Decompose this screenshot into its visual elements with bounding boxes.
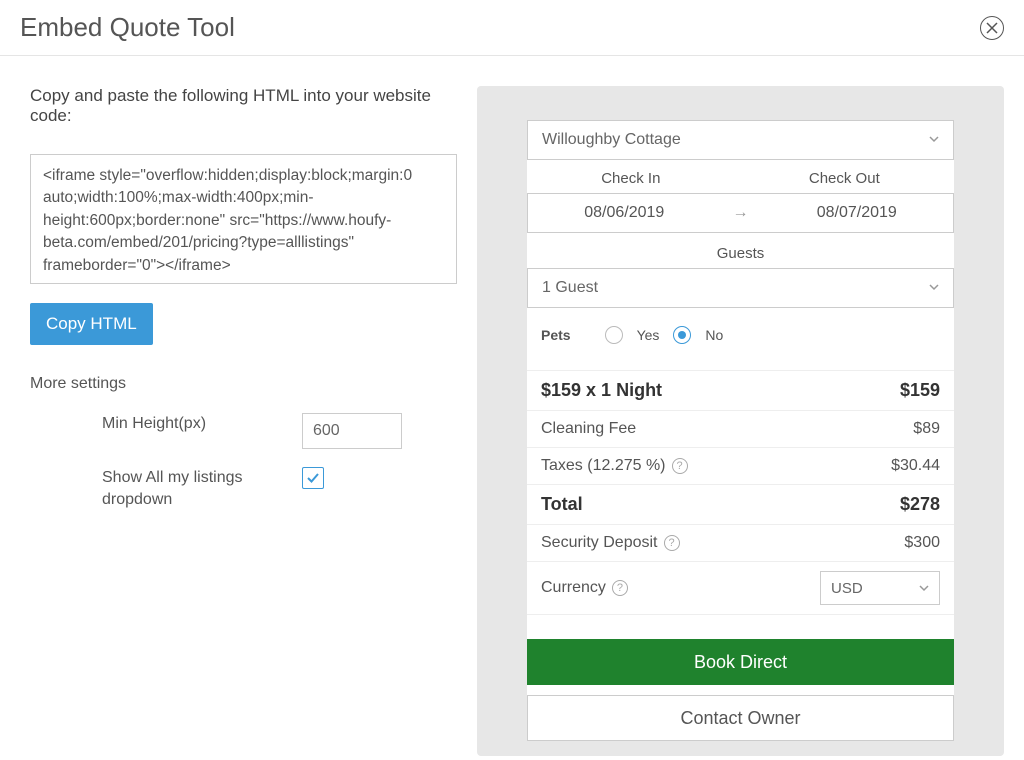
checkout-input[interactable]: 08/07/2019 bbox=[761, 204, 954, 222]
checkin-label: Check In bbox=[601, 170, 660, 187]
price-row: $159 x 1 Night $159 bbox=[527, 370, 954, 411]
price-label: $159 x 1 Night bbox=[541, 380, 662, 401]
price-label: Taxes (12.275 %) bbox=[541, 457, 666, 475]
currency-dropdown[interactable]: USD bbox=[820, 571, 940, 605]
price-value: $89 bbox=[913, 420, 940, 438]
guests-dropdown[interactable]: 1 Guest bbox=[527, 268, 954, 308]
price-value: $278 bbox=[900, 494, 940, 515]
copy-html-button[interactable]: Copy HTML bbox=[30, 303, 153, 345]
instruction-text: Copy and paste the following HTML into y… bbox=[30, 86, 457, 126]
min-height-row: Min Height(px) bbox=[30, 413, 457, 449]
show-all-row: Show All my listings dropdown bbox=[30, 467, 457, 512]
chevron-down-icon bbox=[919, 580, 929, 597]
help-icon[interactable]: ? bbox=[612, 580, 628, 596]
contact-owner-button[interactable]: Contact Owner bbox=[527, 695, 954, 741]
guests-value: 1 Guest bbox=[542, 279, 598, 297]
chevron-down-icon bbox=[929, 131, 939, 149]
pets-row: Pets Yes No bbox=[527, 314, 954, 352]
left-panel: Copy and paste the following HTML into y… bbox=[30, 86, 457, 756]
price-row: Security Deposit? $300 bbox=[527, 525, 954, 562]
min-height-input[interactable] bbox=[302, 413, 402, 449]
show-all-checkbox[interactable] bbox=[302, 467, 324, 489]
currency-row: Currency? USD bbox=[527, 562, 954, 615]
price-breakdown: $159 x 1 Night $159 Cleaning Fee $89 Tax… bbox=[527, 370, 954, 615]
price-label: Cleaning Fee bbox=[541, 420, 636, 438]
price-label: Total bbox=[541, 494, 583, 515]
pets-label: Pets bbox=[541, 327, 571, 343]
pets-yes-radio[interactable] bbox=[605, 326, 623, 344]
pets-no-radio[interactable] bbox=[673, 326, 691, 344]
date-picker: 08/06/2019 → 08/07/2019 bbox=[527, 193, 954, 233]
price-row: Taxes (12.275 %)? $30.44 bbox=[527, 448, 954, 485]
modal-header: Embed Quote Tool bbox=[0, 0, 1024, 56]
price-label: Security Deposit bbox=[541, 534, 658, 552]
pets-yes-label: Yes bbox=[637, 327, 660, 343]
checkout-label: Check Out bbox=[809, 170, 880, 187]
currency-label: Currency bbox=[541, 579, 606, 597]
show-all-label: Show All my listings dropdown bbox=[102, 467, 302, 512]
min-height-label: Min Height(px) bbox=[102, 413, 302, 435]
chevron-down-icon bbox=[929, 279, 939, 297]
preview-panel: Willoughby Cottage Check In Check Out 08… bbox=[477, 86, 1004, 756]
price-value: $30.44 bbox=[891, 457, 940, 475]
currency-value: USD bbox=[831, 580, 863, 597]
help-icon[interactable]: ? bbox=[672, 458, 688, 474]
property-dropdown[interactable]: Willoughby Cottage bbox=[527, 120, 954, 160]
checkin-input[interactable]: 08/06/2019 bbox=[528, 204, 721, 222]
price-row: Cleaning Fee $89 bbox=[527, 411, 954, 448]
help-icon[interactable]: ? bbox=[664, 535, 680, 551]
modal-title: Embed Quote Tool bbox=[20, 12, 235, 43]
price-row: Total $278 bbox=[527, 485, 954, 525]
price-value: $300 bbox=[904, 534, 940, 552]
price-value: $159 bbox=[900, 380, 940, 401]
more-settings-heading: More settings bbox=[30, 375, 457, 393]
property-value: Willoughby Cottage bbox=[542, 131, 681, 149]
quote-widget: Willoughby Cottage Check In Check Out 08… bbox=[527, 120, 954, 741]
guests-label: Guests bbox=[527, 245, 954, 262]
arrow-right-icon: → bbox=[721, 204, 761, 222]
book-direct-button[interactable]: Book Direct bbox=[527, 639, 954, 685]
pets-no-label: No bbox=[705, 327, 723, 343]
embed-code-textarea[interactable] bbox=[30, 154, 457, 284]
close-icon[interactable] bbox=[980, 16, 1004, 40]
